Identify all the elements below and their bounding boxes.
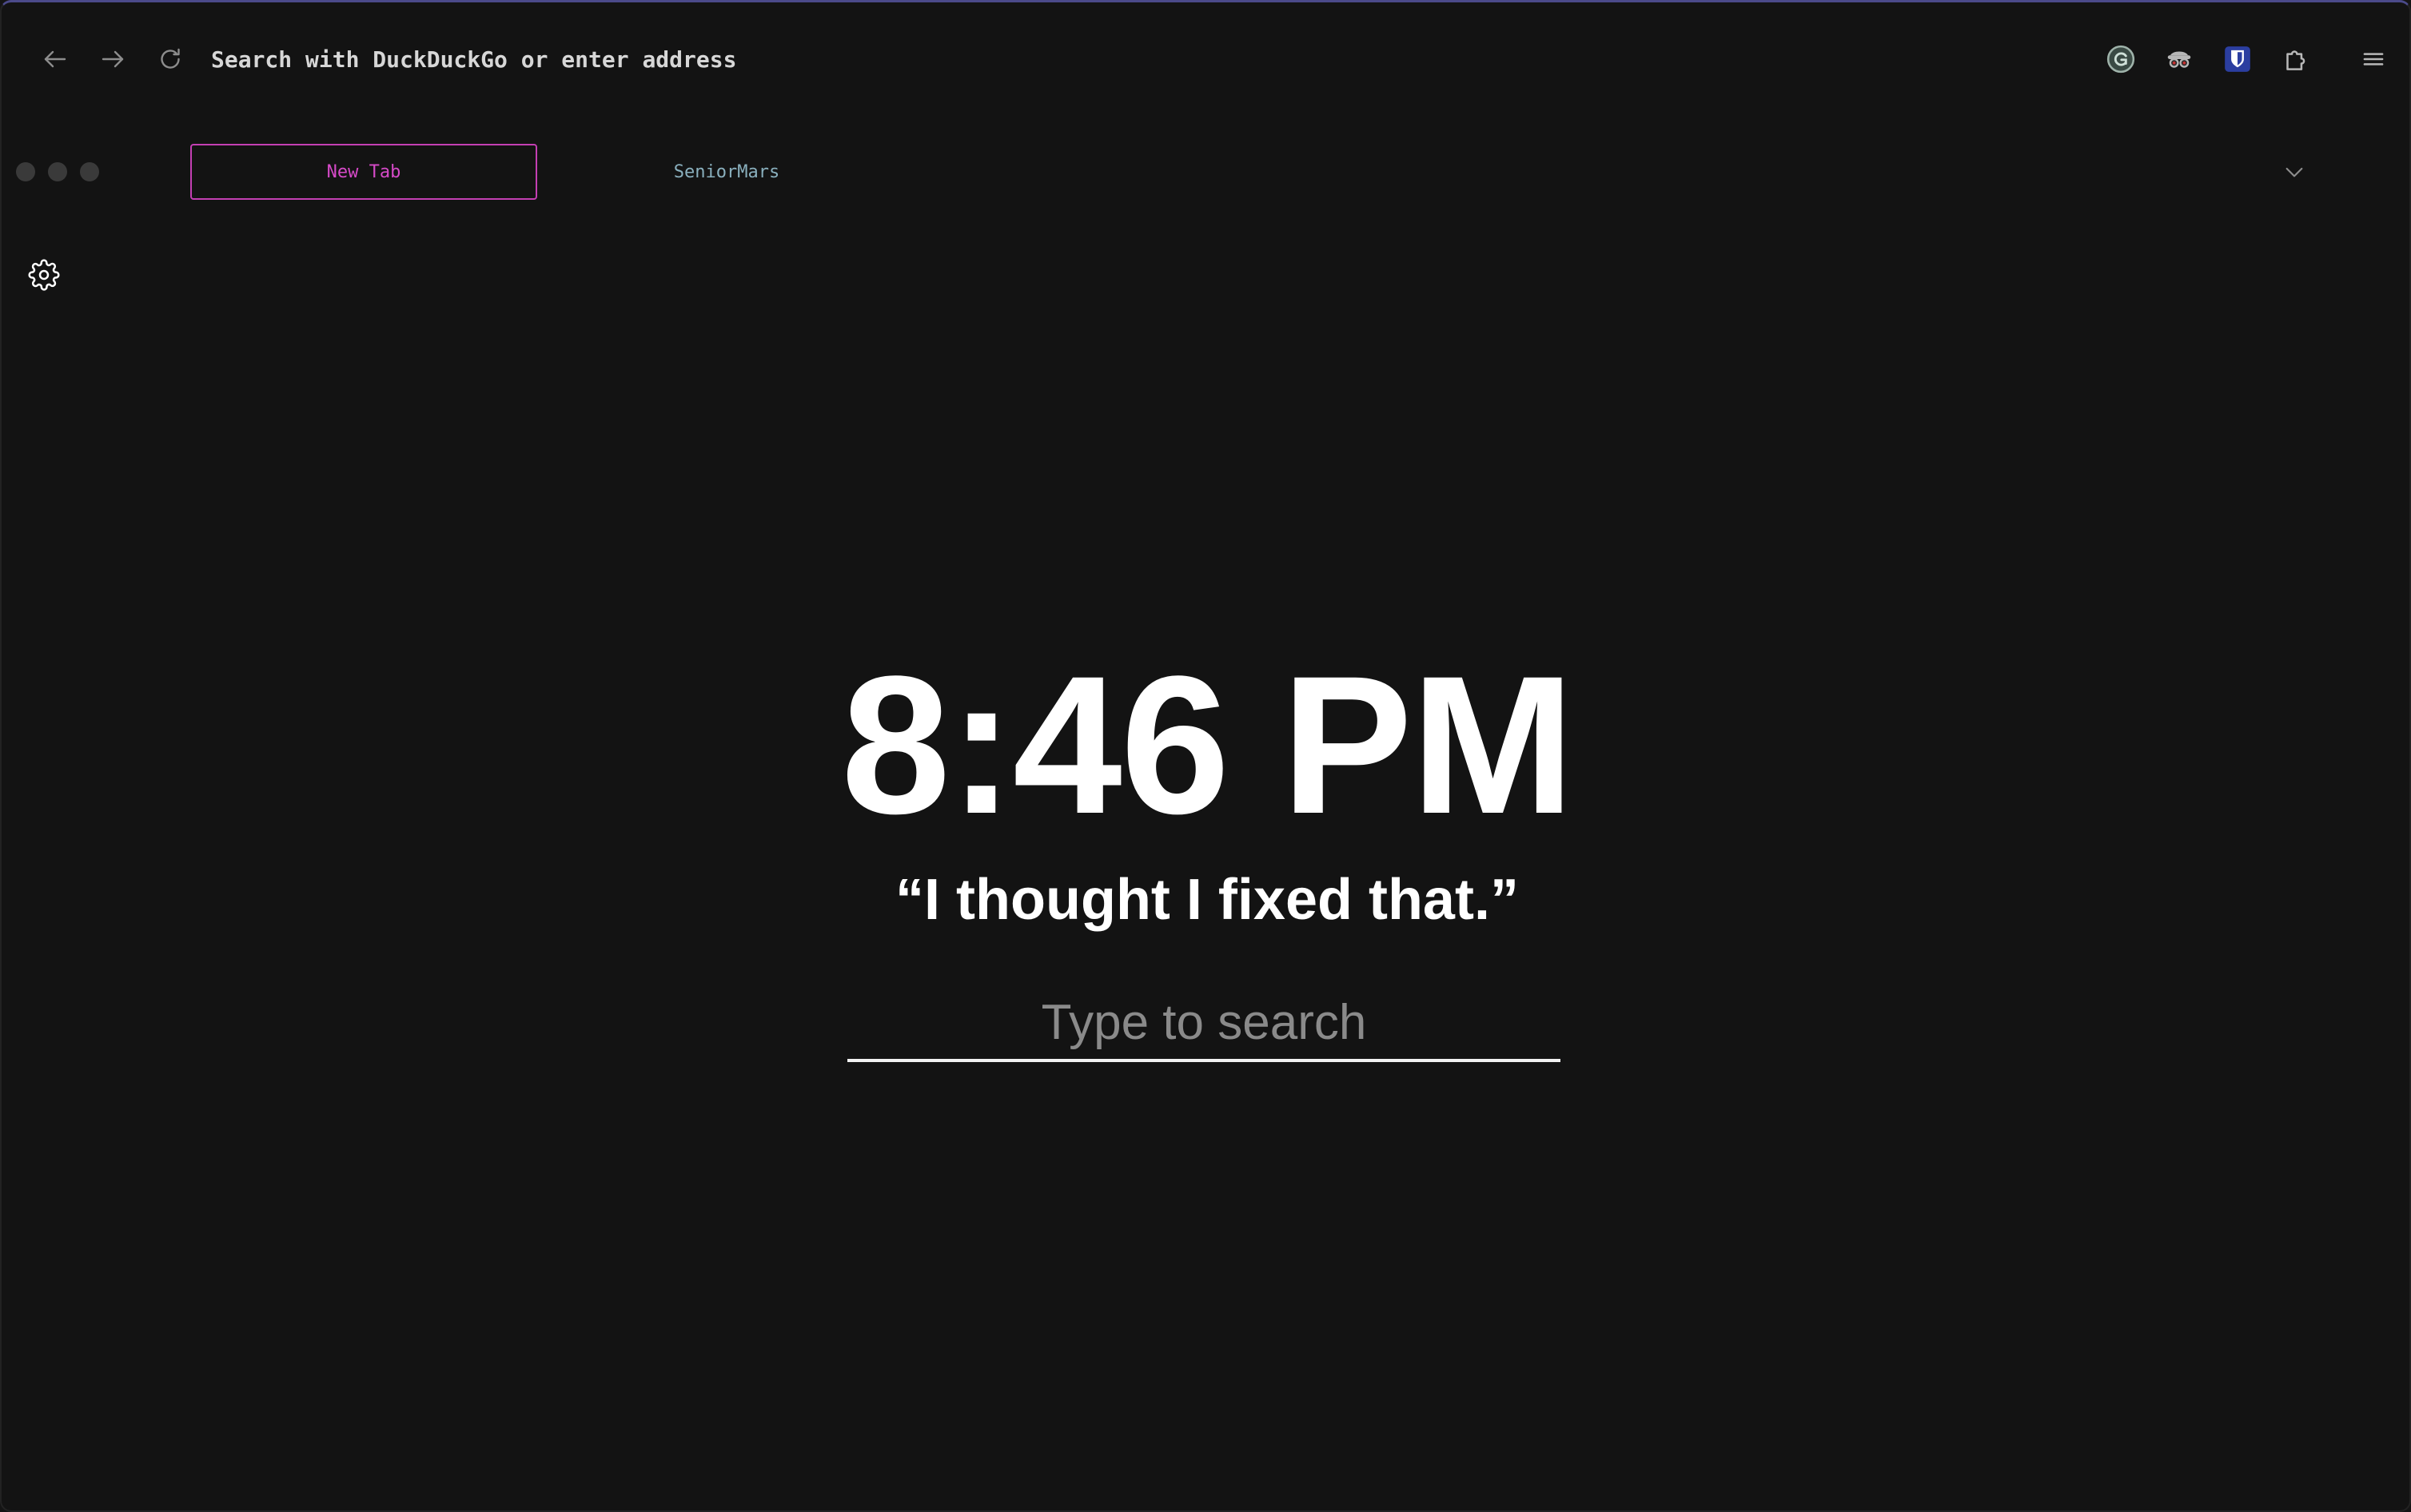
menu-icon (2363, 53, 2384, 66)
tab-new-tab[interactable]: New Tab (190, 144, 537, 200)
tab-list-dropdown[interactable] (2277, 156, 2312, 188)
bitwarden-shield-icon (2225, 46, 2250, 72)
grammarly-extension-button[interactable] (2104, 42, 2138, 76)
extensions-puzzle-icon (2286, 50, 2305, 70)
forward-arrow-icon (102, 50, 124, 68)
window-close-dot[interactable] (16, 162, 35, 181)
quote-text: “I thought I fixed that.” (895, 868, 1519, 932)
browser-toolbar: Search with DuckDuckGo or enter address (2, 2, 2409, 114)
main-menu-button[interactable] (2357, 42, 2390, 76)
gear-icon (28, 259, 60, 291)
bitwarden-extension-button[interactable] (2221, 42, 2254, 76)
reload-icon (161, 48, 180, 69)
tab-label: New Tab (326, 161, 401, 182)
browser-window: Search with DuckDuckGo or enter address (0, 0, 2411, 1512)
window-zoom-dot[interactable] (80, 162, 99, 181)
address-bar[interactable]: Search with DuckDuckGo or enter address (211, 44, 736, 76)
clock-time: 8:46 PM (841, 635, 1575, 855)
back-button[interactable] (37, 41, 74, 78)
back-arrow-icon (44, 50, 66, 68)
grammarly-icon (2106, 45, 2135, 74)
forward-button[interactable] (94, 41, 131, 78)
address-bar-placeholder: Search with DuckDuckGo or enter address (211, 46, 737, 73)
privacy-extension-button[interactable] (2162, 42, 2196, 76)
tab-seniormars[interactable]: SeniorMars (561, 144, 892, 200)
chevron-down-icon (2285, 167, 2303, 177)
reload-button[interactable] (152, 41, 189, 78)
window-minimize-dot[interactable] (48, 162, 67, 181)
newtab-search (847, 985, 1560, 1065)
tab-label: SeniorMars (673, 161, 780, 182)
extensions-button[interactable] (2278, 42, 2312, 76)
newtab-settings-button[interactable] (26, 257, 62, 293)
search-input[interactable] (847, 985, 1560, 1062)
privacy-mask-icon (2167, 51, 2191, 68)
